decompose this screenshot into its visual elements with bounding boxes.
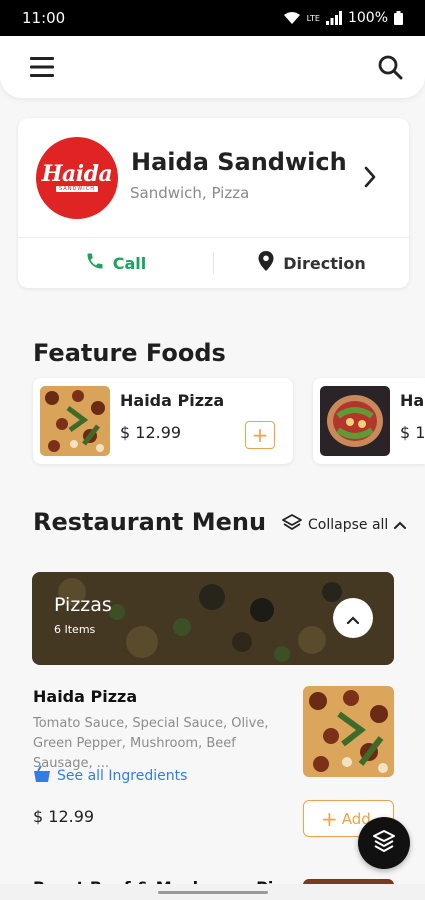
categories-fab[interactable]	[358, 817, 410, 869]
home-gesture-handle[interactable]	[158, 891, 268, 894]
feature-food-price: $ 12.99	[120, 423, 182, 442]
chevron-up-icon	[394, 517, 407, 533]
location-pin-icon	[257, 250, 275, 276]
restaurant-logo: Haida SANDWICH	[36, 137, 118, 219]
chevron-up-icon	[346, 609, 360, 628]
layers-icon	[282, 514, 302, 536]
status-icons: LTE 100%	[283, 10, 403, 26]
category-collapse-button[interactable]	[333, 598, 373, 638]
network-label: LTE	[306, 13, 320, 23]
status-bar: 11:00 LTE 100%	[0, 0, 425, 36]
restaurant-categories: Sandwich, Pizza	[130, 184, 250, 202]
search-icon[interactable]	[377, 54, 403, 80]
restaurant-name: Haida Sandwich	[131, 148, 347, 176]
see-ingredients-link[interactable]: See all Ingredients	[33, 765, 187, 787]
direction-label: Direction	[283, 253, 366, 273]
feature-foods-title: Feature Foods	[33, 339, 226, 367]
restaurant-menu-title: Restaurant Menu	[33, 508, 267, 536]
feature-food-name: Hai	[400, 391, 425, 410]
category-banner-pizzas[interactable]: Pizzas 6 Items	[32, 572, 394, 665]
phone-icon	[85, 251, 105, 275]
feature-food-price: $ 1	[400, 423, 425, 442]
restaurant-actions: Call Direction	[18, 238, 409, 288]
restaurant-card: Haida SANDWICH Haida Sandwich Sandwich, …	[18, 118, 409, 288]
menu-icon[interactable]	[28, 55, 56, 79]
direction-button[interactable]: Direction	[214, 250, 409, 276]
menu-item-image	[303, 686, 394, 777]
status-time: 11:00	[22, 9, 66, 27]
signal-icon	[325, 11, 342, 25]
see-ingredients-label: See all Ingredients	[57, 768, 188, 784]
sandwich-image	[320, 386, 390, 456]
menu-item-price: $ 12.99	[33, 807, 95, 826]
menu-item: Haida Pizza Tomato Sauce, Special Sauce,…	[0, 680, 425, 837]
feature-food-name: Haida Pizza	[120, 391, 225, 410]
category-title: Pizzas	[54, 594, 112, 616]
category-count: 6 Items	[54, 623, 96, 636]
call-label: Call	[112, 253, 147, 273]
battery-icon	[394, 11, 403, 25]
battery-percent: 100%	[347, 10, 388, 26]
logo-subtext: SANDWICH	[56, 186, 98, 192]
feature-food-card[interactable]: Haida Pizza $ 12.99 +	[33, 378, 293, 464]
add-to-cart-button[interactable]: +	[245, 421, 275, 449]
plus-icon: +	[251, 423, 269, 447]
menu-item-name: Haida Pizza	[33, 687, 138, 706]
pizza-image	[40, 386, 110, 456]
chevron-right-icon[interactable]	[363, 166, 377, 192]
wifi-icon	[283, 11, 301, 25]
call-button[interactable]: Call	[18, 251, 213, 275]
layers-icon	[372, 829, 396, 857]
logo-text: Haida	[41, 161, 113, 187]
app-bar	[0, 36, 425, 98]
collapse-all-label: Collapse all	[308, 517, 389, 533]
feature-food-card[interactable]: Hai $ 1	[313, 378, 425, 464]
basket-icon	[33, 765, 51, 787]
collapse-all-button[interactable]: Collapse all	[282, 514, 407, 536]
plus-icon: +	[321, 806, 338, 831]
restaurant-header[interactable]: Haida SANDWICH Haida Sandwich Sandwich, …	[18, 118, 409, 236]
